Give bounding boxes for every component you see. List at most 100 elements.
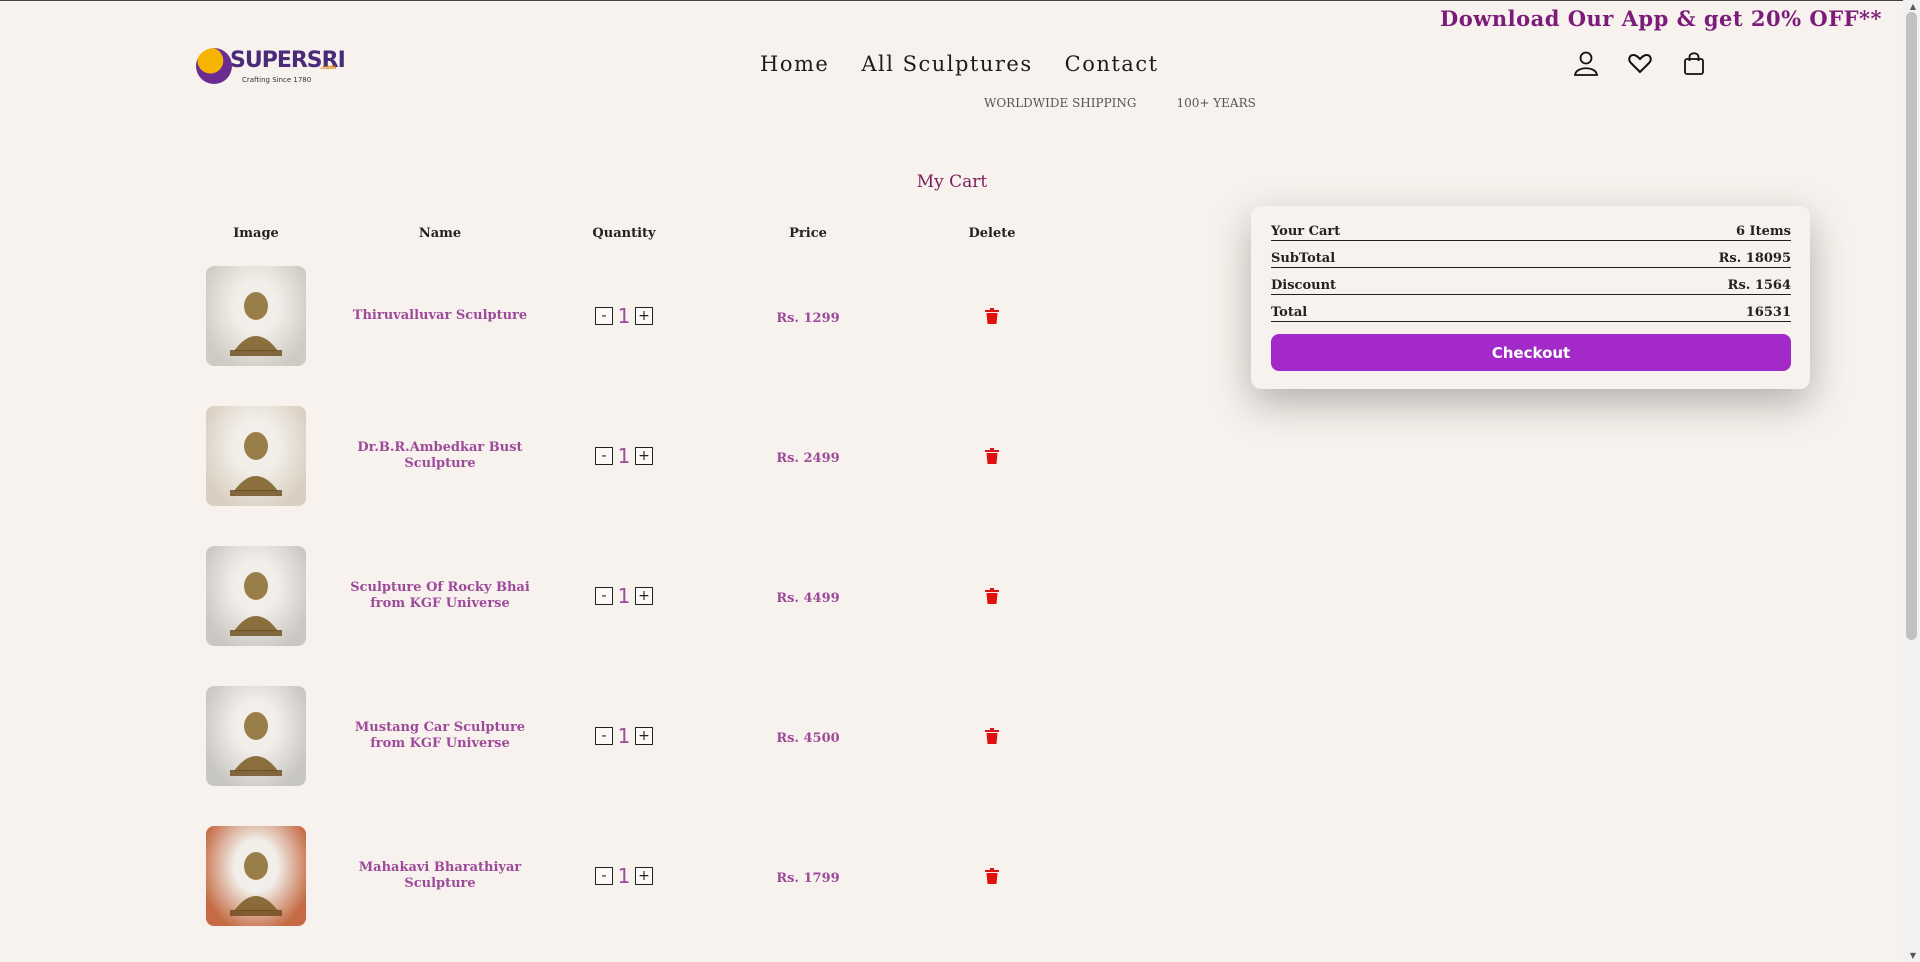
page-title: My Cart [916, 172, 988, 192]
years-label: 100+ YEARS [1176, 96, 1256, 110]
product-image[interactable] [206, 826, 306, 926]
cart-table-header: Image Name Quantity Price Delete [196, 220, 1080, 246]
quantity-value: 1 [617, 304, 631, 328]
trash-icon[interactable] [985, 588, 999, 604]
trash-icon[interactable] [985, 728, 999, 744]
increase-quantity-button[interactable]: + [635, 307, 653, 325]
logo-emblem [196, 48, 232, 84]
product-image-cell [196, 406, 316, 506]
quantity-stepper: - 1 + [564, 444, 684, 468]
quantity-value: 1 [617, 864, 631, 888]
cart-row: Thiruvalluvar Sculpture - 1 + Rs. 1299 [196, 246, 1080, 386]
price-cell: Rs. 1299 [684, 307, 932, 326]
summary-discount-row: Discount Rs. 1564 [1271, 278, 1791, 295]
top-border [0, 0, 1920, 1]
summary-discount-label: Discount [1271, 278, 1337, 293]
quantity-cell: - 1 + [564, 724, 684, 748]
delete-cell [932, 448, 1052, 464]
increase-quantity-button[interactable]: + [635, 587, 653, 605]
trash-icon[interactable] [985, 868, 999, 884]
summary-cart-row: Your Cart 6 Items [1271, 224, 1791, 241]
product-price: Rs. 2499 [776, 450, 840, 466]
summary-cart-label: Your Cart [1271, 224, 1341, 239]
column-delete: Delete [968, 225, 1016, 241]
column-name: Name [418, 225, 462, 241]
product-image-cell [196, 266, 316, 366]
cart-row: Mustang Car Sculpture from KGF Universe … [196, 666, 1080, 806]
decrease-quantity-button[interactable]: - [595, 307, 613, 325]
product-name[interactable]: Thiruvalluvar Sculpture [316, 308, 564, 324]
product-name[interactable]: Dr.B.R.Ambedkar Bust Sculpture [316, 440, 564, 472]
product-price: Rs. 1299 [776, 310, 840, 326]
decrease-quantity-button[interactable]: - [595, 727, 613, 745]
summary-total-value: 16531 [1745, 305, 1791, 320]
product-name[interactable]: Mahakavi Bharathiyar Sculpture [316, 860, 564, 892]
quantity-value: 1 [617, 584, 631, 608]
increase-quantity-button[interactable]: + [635, 447, 653, 465]
scroll-down-arrow[interactable]: ▼ [1910, 951, 1916, 960]
product-name-cell: Sculpture Of Rocky Bhai from KGF Univers… [316, 580, 564, 612]
promo-banner[interactable]: Download Our App & get 20% OFF** [1440, 6, 1882, 31]
delete-cell [932, 308, 1052, 324]
decrease-quantity-button[interactable]: - [595, 447, 613, 465]
increase-quantity-button[interactable]: + [635, 727, 653, 745]
delete-cell [932, 868, 1052, 884]
product-name[interactable]: Sculpture Of Rocky Bhai from KGF Univers… [316, 580, 564, 612]
scrollbar-thumb[interactable] [1906, 12, 1917, 640]
summary-total-row: Total 16531 [1271, 305, 1791, 322]
scroll-up-arrow[interactable]: ▲ [1910, 2, 1916, 11]
trash-icon[interactable] [985, 448, 999, 464]
product-image[interactable] [206, 546, 306, 646]
product-image[interactable] [206, 686, 306, 786]
summary-discount-value: Rs. 1564 [1727, 278, 1791, 293]
logo[interactable]: SUPERSRI .com Crafting Since 1780 [196, 46, 346, 88]
product-price: Rs. 4500 [776, 730, 840, 746]
summary-subtotal-row: SubTotal Rs. 18095 [1271, 251, 1791, 268]
nav-all-sculptures[interactable]: All Sculptures [861, 52, 1032, 76]
user-icon[interactable] [1573, 50, 1599, 76]
cart-row: Mahakavi Bharathiyar Sculpture - 1 + Rs.… [196, 806, 1080, 946]
nav-contact[interactable]: Contact [1065, 52, 1159, 76]
quantity-stepper: - 1 + [564, 304, 684, 328]
nav-home[interactable]: Home [760, 52, 829, 76]
quantity-stepper: - 1 + [564, 724, 684, 748]
increase-quantity-button[interactable]: + [635, 867, 653, 885]
logo-domain: .com [320, 64, 337, 71]
decrease-quantity-button[interactable]: - [595, 867, 613, 885]
heart-icon[interactable] [1627, 50, 1653, 76]
header-icons [1573, 50, 1707, 76]
column-image: Image [233, 225, 279, 241]
sub-header: WORLDWIDE SHIPPING 100+ YEARS [984, 96, 1256, 110]
cart-summary: Your Cart 6 Items SubTotal Rs. 18095 Dis… [1251, 206, 1810, 389]
trash-icon[interactable] [985, 308, 999, 324]
product-image[interactable] [206, 406, 306, 506]
price-cell: Rs. 4500 [684, 727, 932, 746]
quantity-cell: - 1 + [564, 304, 684, 328]
bag-icon[interactable] [1681, 50, 1707, 76]
summary-total-label: Total [1271, 305, 1308, 320]
quantity-stepper: - 1 + [564, 864, 684, 888]
checkout-button[interactable]: Checkout [1271, 334, 1791, 371]
price-cell: Rs. 1799 [684, 867, 932, 886]
cart-row: Sculpture Of Rocky Bhai from KGF Univers… [196, 526, 1080, 666]
product-name-cell: Dr.B.R.Ambedkar Bust Sculpture [316, 440, 564, 472]
product-price: Rs. 1799 [776, 870, 840, 886]
price-cell: Rs. 4499 [684, 587, 932, 606]
column-quantity: Quantity [592, 225, 656, 241]
product-image-cell [196, 686, 316, 786]
summary-subtotal-label: SubTotal [1271, 251, 1336, 266]
product-image[interactable] [206, 266, 306, 366]
quantity-value: 1 [617, 724, 631, 748]
summary-subtotal-value: Rs. 18095 [1718, 251, 1791, 266]
quantity-value: 1 [617, 444, 631, 468]
delete-cell [932, 588, 1052, 604]
product-name-cell: Mahakavi Bharathiyar Sculpture [316, 860, 564, 892]
product-name[interactable]: Mustang Car Sculpture from KGF Universe [316, 720, 564, 752]
cart-row: Dr.B.R.Ambedkar Bust Sculpture - 1 + Rs.… [196, 386, 1080, 526]
quantity-stepper: - 1 + [564, 584, 684, 608]
scrollbar[interactable]: ▲ ▼ [1903, 0, 1920, 962]
worldwide-shipping-label: WORLDWIDE SHIPPING [984, 96, 1137, 110]
decrease-quantity-button[interactable]: - [595, 587, 613, 605]
summary-cart-value: 6 Items [1735, 224, 1791, 239]
product-price: Rs. 4499 [776, 590, 840, 606]
